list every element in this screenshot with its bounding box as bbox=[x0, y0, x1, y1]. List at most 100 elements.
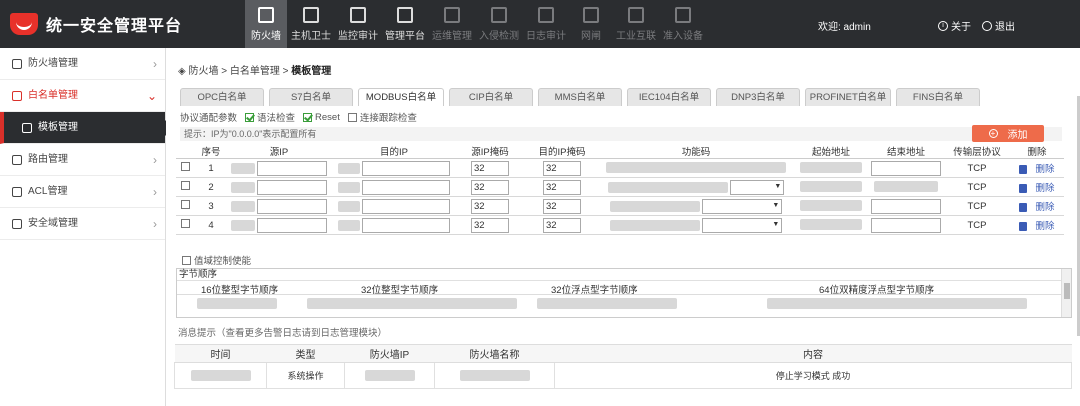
end-addr-input[interactable] bbox=[871, 198, 941, 214]
trash-icon bbox=[1019, 221, 1028, 231]
start-addr-input[interactable] bbox=[800, 181, 862, 193]
dst-mask-input[interactable]: 32 bbox=[543, 179, 581, 195]
src-mask-input[interactable]: 32 bbox=[471, 179, 509, 195]
add-button[interactable]: + 添加 bbox=[972, 125, 1044, 142]
tab-modbus[interactable]: MODBUS白名单 bbox=[358, 88, 444, 106]
row-checkbox[interactable] bbox=[181, 219, 190, 228]
col-func-code: 功能码 bbox=[598, 144, 794, 159]
sidebar-item-route[interactable]: 路由管理 › bbox=[0, 144, 165, 176]
byte-order-scrollbar[interactable] bbox=[1061, 269, 1071, 317]
col-delete: 删除 bbox=[1010, 144, 1064, 159]
chevron-right-icon: › bbox=[153, 153, 157, 167]
nav-ops[interactable]: 运维管理 bbox=[429, 0, 475, 48]
func-code-select[interactable] bbox=[702, 198, 783, 214]
row-checkbox[interactable] bbox=[181, 162, 190, 171]
src-mask-input[interactable]: 32 bbox=[471, 160, 509, 176]
protocol-tabs: OPC白名单 S7白名单 MODBUS白名单 CIP白名单 MMS白名单 IEC… bbox=[180, 88, 985, 106]
func-code-select[interactable] bbox=[606, 162, 786, 174]
sidebar-item-acl[interactable]: ACL管理 › bbox=[0, 176, 165, 208]
src-ip-input[interactable] bbox=[257, 179, 328, 195]
template-icon bbox=[22, 122, 32, 133]
tab-profinet[interactable]: PROFINET白名单 bbox=[805, 88, 891, 106]
checkbox-icon[interactable] bbox=[182, 255, 191, 265]
col-start-addr: 起始地址 bbox=[794, 144, 868, 159]
tab-fins[interactable]: FINS白名单 bbox=[896, 88, 980, 106]
nav-log-audit[interactable]: 日志审计 bbox=[523, 0, 569, 48]
src-ip-input[interactable] bbox=[257, 160, 328, 176]
tab-cip[interactable]: CIP白名单 bbox=[449, 88, 533, 106]
end-addr-input[interactable] bbox=[871, 217, 941, 233]
sidebar-item-template[interactable]: 模板管理 bbox=[0, 112, 173, 144]
domain-control-option[interactable]: 值域控制使能 bbox=[182, 253, 251, 267]
col-end-addr: 结束地址 bbox=[868, 144, 944, 159]
func-code-select[interactable] bbox=[702, 217, 783, 233]
checkbox-checked-icon[interactable] bbox=[245, 112, 255, 122]
tab-mms[interactable]: MMS白名单 bbox=[538, 88, 622, 106]
checkbox-icon[interactable] bbox=[347, 112, 357, 122]
end-addr-input[interactable] bbox=[871, 160, 941, 176]
tab-opc[interactable]: OPC白名单 bbox=[180, 88, 264, 106]
row-no: 3 bbox=[198, 196, 224, 216]
byte-order-64f-select[interactable] bbox=[767, 298, 1027, 309]
dst-ip-input[interactable] bbox=[362, 160, 451, 176]
top-bar: 统一安全管理平台 防火墙 主机卫士 监控审计 管理平台 运维管理 入侵检测 日志… bbox=[0, 0, 1080, 48]
src-mask-input[interactable]: 32 bbox=[471, 198, 509, 214]
start-addr-input[interactable] bbox=[800, 162, 862, 174]
hint-text: 提示：IP为"0.0.0.0"表示配置所有 bbox=[180, 127, 1062, 141]
row-checkbox[interactable] bbox=[181, 200, 190, 209]
delete-button[interactable]: 删除 bbox=[1010, 158, 1064, 178]
dst-mask-input[interactable]: 32 bbox=[543, 160, 581, 176]
main-content: ◈ 防火墙 > 白名单管理 > 模板管理 OPC白名单 S7白名单 MODBUS… bbox=[166, 48, 1080, 406]
checkbox-checked-icon[interactable] bbox=[303, 112, 313, 122]
security-domain-icon bbox=[12, 218, 22, 229]
byte-order-header: 16位整型字节顺序 32位整型字节顺序 32位浮点型字节顺序 64位双精度浮点型… bbox=[177, 281, 1071, 296]
src-mask-input[interactable]: 32 bbox=[471, 217, 509, 233]
dst-mask-input[interactable]: 32 bbox=[543, 198, 581, 214]
delete-button[interactable]: 删除 bbox=[1010, 196, 1064, 216]
nav-management[interactable]: 管理平台 bbox=[382, 0, 428, 48]
tab-dnp3[interactable]: DNP3白名单 bbox=[716, 88, 800, 106]
reset-option[interactable]: Reset bbox=[303, 110, 340, 124]
byte-order-16-select[interactable] bbox=[197, 298, 277, 309]
start-addr-input[interactable] bbox=[800, 200, 862, 212]
sidebar-item-firewall[interactable]: 防火墙管理 › bbox=[0, 48, 165, 80]
dst-ip-input[interactable] bbox=[362, 198, 451, 214]
dst-ip-input[interactable] bbox=[362, 217, 451, 233]
trash-icon bbox=[1019, 183, 1028, 193]
byte-order-32-select[interactable] bbox=[307, 298, 517, 309]
message-type: 系统操作 bbox=[266, 362, 345, 389]
byte-order-title: 字节顺序 bbox=[177, 269, 1071, 281]
func-code-select[interactable] bbox=[730, 179, 785, 195]
nav-firewall[interactable]: 防火墙 bbox=[245, 0, 287, 48]
src-ip-input[interactable] bbox=[257, 217, 328, 233]
nav-host-guard[interactable]: 主机卫士 bbox=[288, 0, 334, 48]
trace-check-option[interactable]: 连接跟踪检查 bbox=[347, 110, 417, 124]
delete-button[interactable]: 删除 bbox=[1010, 177, 1064, 197]
sidebar-item-whitelist[interactable]: 白名单管理 ⌄ bbox=[0, 80, 165, 112]
delete-button[interactable]: 删除 bbox=[1010, 215, 1064, 235]
tab-iec104[interactable]: IEC104白名单 bbox=[627, 88, 711, 106]
redacted-func bbox=[609, 200, 700, 212]
nav-industrial[interactable]: 工业互联 bbox=[613, 0, 659, 48]
start-addr-input[interactable] bbox=[800, 219, 862, 231]
sidebar-item-security-domain[interactable]: 安全域管理 › bbox=[0, 208, 165, 240]
nav-monitor-audit[interactable]: 监控审计 bbox=[335, 0, 381, 48]
row-checkbox[interactable] bbox=[181, 181, 190, 190]
col-dst-mask: 目的IP掩码 bbox=[526, 144, 598, 159]
nav-gateway[interactable]: 网闸 bbox=[570, 0, 612, 48]
row-no: 4 bbox=[198, 215, 224, 235]
dst-mask-input[interactable]: 32 bbox=[543, 217, 581, 233]
tab-s7[interactable]: S7白名单 bbox=[269, 88, 353, 106]
table-row: 3 32 32 TCP 删除 bbox=[176, 196, 1064, 216]
src-ip-input[interactable] bbox=[257, 198, 328, 214]
nav-access-device[interactable]: 准入设备 bbox=[660, 0, 706, 48]
end-addr-input[interactable] bbox=[874, 181, 938, 193]
dst-ip-input[interactable] bbox=[362, 179, 451, 195]
about-link[interactable]: i 关于 bbox=[938, 18, 971, 33]
syntax-check-option[interactable]: 语法检查 bbox=[245, 110, 295, 124]
industrial-icon bbox=[628, 7, 644, 23]
nav-intrusion[interactable]: 入侵检测 bbox=[476, 0, 522, 48]
byte-order-32f-select[interactable] bbox=[537, 298, 677, 309]
management-icon bbox=[397, 7, 413, 23]
logout-link[interactable]: 退出 bbox=[982, 18, 1015, 33]
